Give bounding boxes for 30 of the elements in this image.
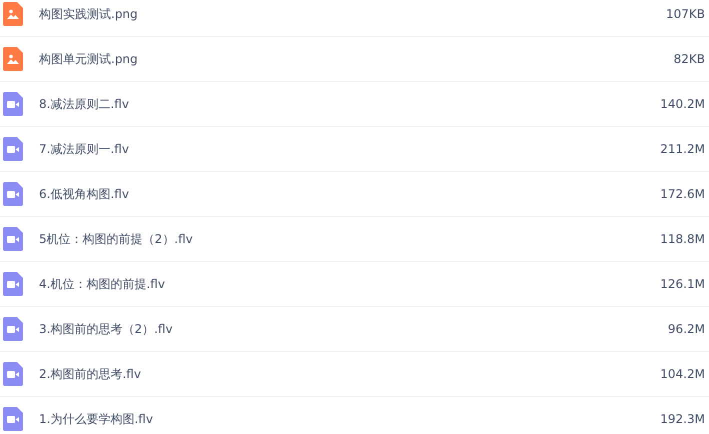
file-name[interactable]: 6.低视角构图.flv bbox=[39, 186, 660, 202]
video-file-icon bbox=[3, 227, 23, 251]
file-name[interactable]: 构图单元测试.png bbox=[39, 50, 674, 68]
video-file-icon bbox=[3, 407, 23, 431]
file-name[interactable]: 4.机位：构图的前提.flv bbox=[39, 276, 660, 292]
file-name[interactable]: 5机位：构图的前提（2）.flv bbox=[39, 230, 660, 248]
video-file-icon bbox=[3, 137, 23, 161]
file-name[interactable]: 1.为什么要学构图.flv bbox=[39, 410, 660, 428]
file-size: 118.8M bbox=[660, 232, 705, 246]
file-size: 140.2M bbox=[660, 97, 705, 111]
file-name[interactable]: 8.减法原则二.flv bbox=[39, 96, 660, 112]
file-name[interactable]: 7.减法原则一.flv bbox=[39, 140, 660, 158]
video-file-icon bbox=[3, 92, 23, 116]
image-file-icon bbox=[3, 2, 23, 26]
video-file-icon bbox=[3, 362, 23, 386]
video-file-icon bbox=[3, 317, 23, 341]
file-size: 192.3M bbox=[660, 412, 705, 426]
file-size: 82KB bbox=[674, 52, 705, 66]
file-name[interactable]: 2.构图前的思考.flv bbox=[39, 366, 660, 382]
file-size: 104.2M bbox=[660, 367, 705, 381]
file-name[interactable]: 构图实践测试.png bbox=[39, 6, 666, 22]
video-file-icon bbox=[3, 272, 23, 296]
file-size: 107KB bbox=[666, 7, 705, 21]
image-file-icon bbox=[3, 47, 23, 71]
file-size: 172.6M bbox=[660, 187, 705, 201]
file-size: 211.2M bbox=[660, 142, 705, 156]
video-file-icon bbox=[3, 182, 23, 206]
file-size: 96.2M bbox=[668, 322, 705, 336]
file-size: 126.1M bbox=[660, 277, 705, 291]
file-name[interactable]: 3.构图前的思考（2）.flv bbox=[39, 320, 668, 338]
